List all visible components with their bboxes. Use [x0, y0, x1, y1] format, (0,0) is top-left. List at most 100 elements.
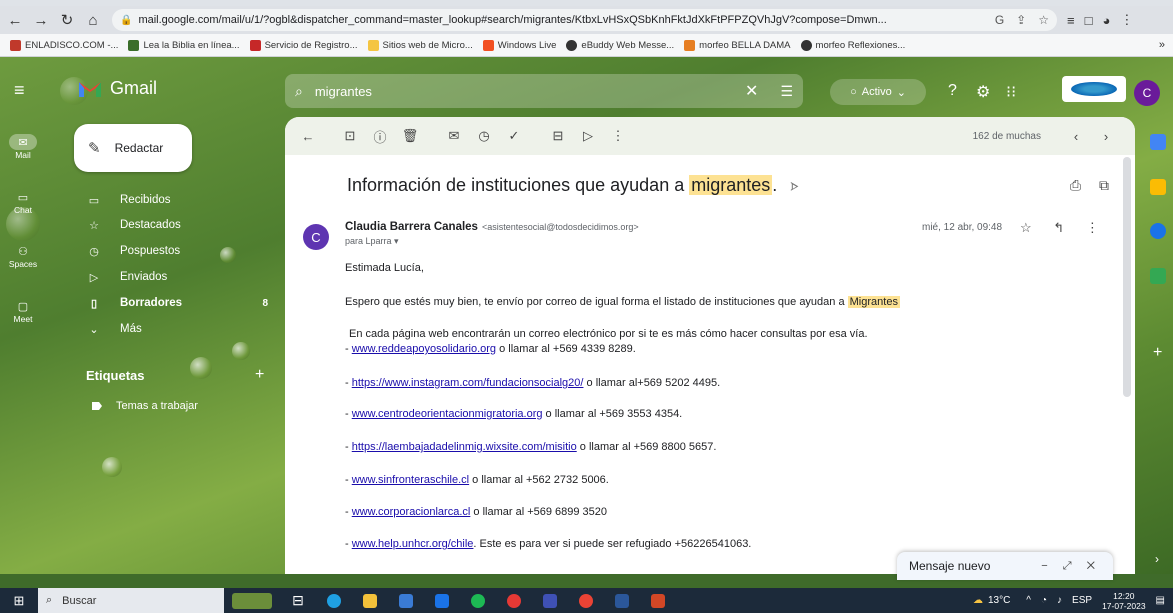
contacts-addon-icon[interactable] [1150, 268, 1166, 284]
label-item[interactable]: Temas a trabajar [92, 400, 198, 412]
tray-overflow-icon[interactable]: ^ [1026, 595, 1031, 606]
rail-mail[interactable]: ✉ Mail [0, 134, 46, 160]
star-icon[interactable]: ☆ [1038, 13, 1049, 27]
move-to-icon[interactable]: ⊟ [543, 128, 573, 144]
edge-icon[interactable] [316, 588, 352, 613]
task-view-icon[interactable] [224, 588, 280, 613]
institution-link[interactable]: www.corporacionlarca.cl [352, 506, 471, 518]
volume-icon[interactable]: ♪ [1057, 595, 1062, 606]
bookmark-item[interactable]: morfeo BELLA DAMA [684, 39, 791, 51]
star-icon[interactable]: ☆ [1020, 220, 1032, 235]
trash-icon[interactable]: 🗑 [395, 128, 425, 144]
nav-item-inbox[interactable]: ▭ Recibidos [86, 189, 276, 211]
recipient-line[interactable]: para Lparra ▾ [345, 236, 399, 247]
bookmark-item[interactable]: eBuddy Web Messe... [566, 39, 674, 51]
share-icon[interactable]: ⇪ [1016, 13, 1026, 27]
bookmark-item[interactable]: Lea la Biblia en línea... [128, 39, 240, 51]
institution-link[interactable]: www.sinfronteraschile.cl [352, 474, 469, 486]
mail-app-icon[interactable] [424, 588, 460, 613]
photos-icon[interactable] [532, 588, 568, 613]
important-marker-icon[interactable]: ᗌ [790, 180, 799, 194]
compose-button[interactable]: ✎ Redactar [74, 124, 192, 172]
weather-icon[interactable]: ☁ [973, 595, 983, 606]
apps-grid-icon[interactable]: ⁝⁝ [1006, 82, 1016, 102]
weather-temp[interactable]: 13°C [988, 595, 1010, 606]
rail-chat[interactable]: ▭ Chat [0, 189, 46, 216]
menu-icon[interactable]: ⋮ [1120, 12, 1133, 28]
print-icon[interactable]: ⎙ [1070, 177, 1081, 193]
widgets-icon[interactable]: ⊟ [280, 588, 316, 613]
back-arrow-icon[interactable]: ← [4, 9, 26, 31]
keep-addon-icon[interactable] [1150, 179, 1166, 195]
explorer-icon[interactable] [352, 588, 388, 613]
network-icon[interactable]: ◔ [1041, 595, 1047, 606]
store-icon[interactable] [388, 588, 424, 613]
rail-spaces[interactable]: ⚇ Spaces [0, 243, 46, 270]
popup-controls[interactable]: − ⤢ ✕ [1041, 560, 1101, 573]
spotify-icon[interactable] [460, 588, 496, 613]
older-icon[interactable]: › [1091, 129, 1121, 144]
more-options-icon[interactable]: ⋮ [603, 128, 633, 144]
search-options-icon[interactable]: ☰ [780, 83, 793, 100]
institution-link[interactable]: https://www.instagram.com/fundacionsocia… [352, 377, 584, 389]
opera-icon[interactable] [496, 588, 532, 613]
label-icon[interactable]: ▷ [573, 128, 603, 144]
search-input[interactable] [312, 82, 736, 100]
help-icon[interactable]: ? [948, 82, 957, 100]
more-bookmarks-icon[interactable]: » [1159, 39, 1165, 51]
nav-item-drafts[interactable]: ▯ Borradores 8 [86, 292, 276, 314]
institution-link[interactable]: www.reddeapoyosolidario.org [352, 343, 496, 355]
bookmark-item[interactable]: morfeo Reflexiones... [800, 39, 905, 51]
clock[interactable]: 12:20 17-07-2023 [1102, 591, 1145, 611]
powerpoint-icon[interactable] [640, 588, 676, 613]
newer-icon[interactable]: ‹ [1061, 129, 1091, 144]
open-new-window-icon[interactable]: ⧉ [1099, 177, 1109, 193]
reading-list-icon[interactable]: ≡ [1067, 13, 1075, 28]
profile-icon[interactable]: ◕ [1102, 13, 1110, 28]
institution-link[interactable]: www.centrodeorientacionmigratoria.org [352, 408, 543, 420]
scrollbar[interactable] [1123, 157, 1131, 397]
main-menu-icon[interactable]: ≡ [14, 80, 25, 101]
sender-avatar[interactable]: C [303, 224, 329, 250]
expand-panel-icon[interactable]: › [1155, 552, 1159, 566]
snooze-icon[interactable]: ◷ [469, 128, 499, 144]
nav-item-sent[interactable]: ▷ Enviados [86, 266, 276, 288]
reload-icon[interactable]: ↻ [56, 9, 78, 31]
new-message-popup[interactable]: Mensaje nuevo − ⤢ ✕ [897, 552, 1113, 580]
home-icon[interactable]: ⌂ [82, 9, 104, 31]
google-icon[interactable]: G [995, 13, 1004, 27]
back-to-list-icon[interactable]: ← [293, 129, 323, 144]
institution-link[interactable]: https://laembajadadelinmig.wixsite.com/m… [352, 441, 577, 453]
taskbar-search[interactable]: ⌕ Buscar [38, 588, 224, 613]
language-indicator[interactable]: ESP [1072, 595, 1092, 606]
chrome-icon[interactable] [568, 588, 604, 613]
bookmark-item[interactable]: Servicio de Registro... [249, 39, 358, 51]
address-bar[interactable]: 🔒 mail.google.com/mail/u/1/?ogbl&dispatc… [112, 9, 1057, 31]
forward-arrow-icon[interactable]: → [30, 9, 52, 31]
rail-meet[interactable]: ▢ Meet [0, 298, 46, 325]
gear-icon[interactable]: ⚙ [976, 82, 990, 102]
institution-link[interactable]: www.help.unhcr.org/chile [352, 538, 474, 550]
status-button[interactable]: ○ Activo ⌄ [830, 79, 926, 105]
report-spam-icon[interactable]: ⓘ [365, 127, 395, 146]
side-panel-icon[interactable]: □ [1085, 13, 1093, 28]
search-icon[interactable]: ⌕ [295, 83, 303, 100]
add-label-icon[interactable]: + [255, 366, 264, 384]
archive-icon[interactable]: ⊡ [335, 128, 365, 144]
windows-start-icon[interactable]: ⊞ [0, 588, 38, 613]
notifications-icon[interactable]: ▤ [1156, 595, 1165, 606]
search-bar[interactable]: ⌕ ✕ ☰ [285, 74, 803, 108]
get-addons-icon[interactable]: + [1153, 344, 1162, 362]
gmail-logo[interactable]: Gmail [78, 78, 157, 99]
tasks-addon-icon[interactable] [1150, 223, 1166, 239]
nav-item-snoozed[interactable]: ◷ Pospuestos [86, 240, 276, 262]
add-task-icon[interactable]: ✓ [499, 128, 529, 144]
clear-search-icon[interactable]: ✕ [745, 81, 758, 101]
bookmark-item[interactable]: ENLADISCO.COM -... [10, 39, 118, 51]
bookmark-item[interactable]: Sitios web de Micro... [367, 39, 473, 51]
account-avatar[interactable]: C [1134, 80, 1160, 106]
calendar-addon-icon[interactable] [1150, 134, 1166, 150]
nav-item-more[interactable]: ⌄ Más [86, 318, 276, 340]
mark-unread-icon[interactable]: ✉ [439, 128, 469, 144]
organization-logo[interactable] [1062, 76, 1126, 102]
